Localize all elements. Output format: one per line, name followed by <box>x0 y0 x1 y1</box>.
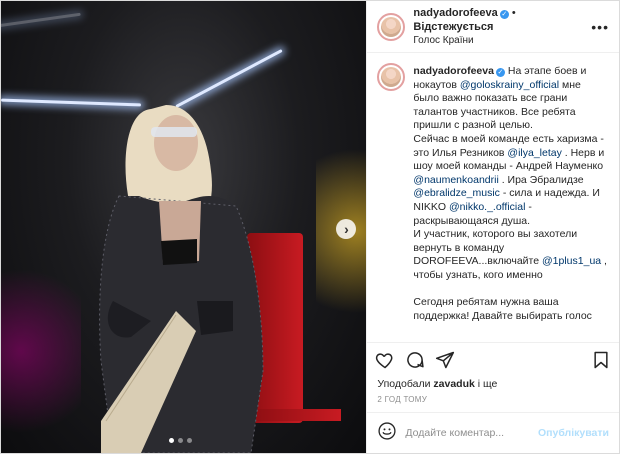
chevron-right-icon: › <box>344 221 349 237</box>
instagram-post: › nadyadorofeeva ✓ • Відстежується Голос … <box>0 0 620 454</box>
slide-dot <box>169 438 174 443</box>
mention-link[interactable]: @naumenkoandrii <box>413 174 498 186</box>
liker-username[interactable]: zavaduk <box>433 378 474 390</box>
separator-dot: • <box>511 6 516 19</box>
likes-summary: Уподобали zavaduk і ще <box>367 377 619 391</box>
slide-dot <box>187 438 192 443</box>
post-timestamp[interactable]: 2 ГОД ТОМУ <box>367 391 619 413</box>
comment-input[interactable]: Додайте коментар... <box>405 427 538 439</box>
comment-composer: Додайте коментар... Опублікувати <box>367 413 619 453</box>
share-icon[interactable] <box>435 350 455 370</box>
caption-text: nadyadorofeeva ✓ На этапе боев и нокаутов… <box>413 65 609 342</box>
mention-link[interactable]: @ebralidze_music <box>413 187 500 199</box>
verified-badge-icon: ✓ <box>499 9 509 19</box>
heart-icon[interactable] <box>375 350 395 370</box>
post-sidebar: nadyadorofeeva ✓ • Відстежується Голос Кр… <box>366 1 619 453</box>
caption-username[interactable]: nadyadorofeeva <box>413 65 494 77</box>
post-photo[interactable]: › <box>1 1 367 453</box>
mention-link[interactable]: @ilya_letay <box>507 147 561 159</box>
mention-link[interactable]: @1plus1_ua <box>542 255 601 267</box>
bookmark-icon[interactable] <box>591 350 611 370</box>
emoji-icon[interactable] <box>377 421 397 446</box>
mention-link[interactable]: @nikko._.official <box>449 201 525 213</box>
verified-badge-icon: ✓ <box>495 68 505 77</box>
singer-figure <box>99 105 264 453</box>
comment-icon[interactable] <box>405 350 425 370</box>
likes-prefix: Уподобали <box>377 378 434 390</box>
caption-segment: . Ира Эбралидзе <box>498 173 587 186</box>
action-bar <box>367 342 619 377</box>
mention-link[interactable]: @goloskrainy_official <box>460 79 559 91</box>
avatar[interactable] <box>377 63 406 91</box>
slide-dot <box>178 438 183 443</box>
post-header: nadyadorofeeva ✓ • Відстежується Голос Кр… <box>367 1 619 53</box>
slide-indicator <box>169 438 192 443</box>
avatar[interactable] <box>377 12 406 41</box>
location-link[interactable]: Голос Країни <box>413 34 591 48</box>
caption-area: nadyadorofeeva ✓ На этапе боев и нокаутов… <box>367 53 619 342</box>
following-button[interactable]: Відстежується <box>413 21 493 33</box>
more-horizontal-icon[interactable]: ••• <box>591 19 609 35</box>
publish-button[interactable]: Опублікувати <box>538 427 609 439</box>
likes-suffix[interactable]: і ще <box>475 378 498 390</box>
username-link[interactable]: nadyadorofeeva <box>413 7 497 19</box>
